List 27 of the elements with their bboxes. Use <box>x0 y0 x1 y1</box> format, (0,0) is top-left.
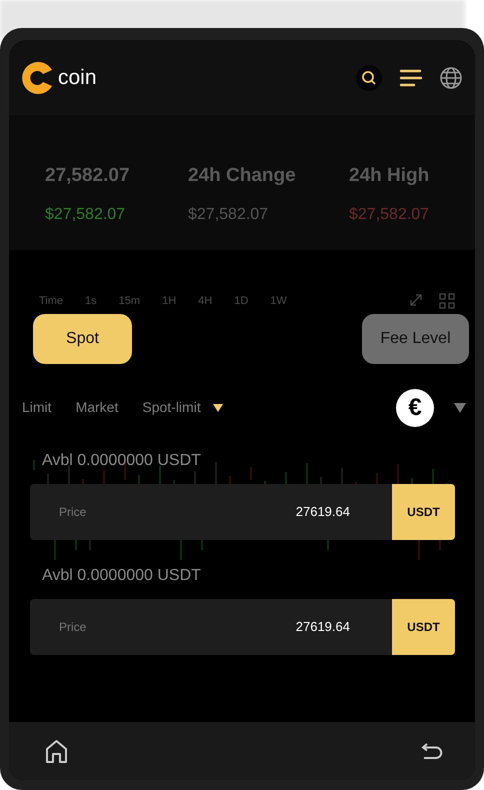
stat-price: $27,582.07 <box>45 204 126 224</box>
available-balance: Avbl 0.0000000 USDT <box>42 566 202 586</box>
stat-price: $27,582.07 <box>188 204 270 224</box>
mode-button[interactable]: Fee Level <box>362 314 469 364</box>
stat-title: 24h High <box>349 164 430 188</box>
search-icon[interactable] <box>356 64 382 90</box>
stat-price: $27,582.07 <box>349 204 430 224</box>
menu-icon[interactable] <box>400 68 422 86</box>
stat-title: 24h Change <box>188 164 297 188</box>
unit-button[interactable]: USDT <box>392 484 455 540</box>
currency-button[interactable]: € <box>396 388 434 426</box>
globe-icon[interactable] <box>440 66 462 88</box>
logo-icon <box>22 60 54 94</box>
home-icon[interactable] <box>44 738 69 764</box>
unit-button[interactable]: USDT <box>392 598 455 654</box>
order-type-tab[interactable]: Market <box>76 397 118 418</box>
mode-button[interactable]: Spot <box>33 314 132 364</box>
dropdown-arrow-icon[interactable] <box>454 402 466 412</box>
logo-text: coin <box>58 64 97 91</box>
price-field[interactable]: Price 27619.64 <box>30 598 392 654</box>
available-balance: Avbl 0.0000000 USDT <box>42 450 202 470</box>
back-icon[interactable] <box>421 742 443 760</box>
caret-icon[interactable] <box>212 404 223 412</box>
price-field[interactable]: Price 27619.64 <box>30 484 392 540</box>
stat-title: 27,582.07 <box>45 164 131 188</box>
order-type-tab[interactable]: Spot-limit <box>142 397 201 418</box>
order-type-tab[interactable]: Limit <box>22 397 52 418</box>
